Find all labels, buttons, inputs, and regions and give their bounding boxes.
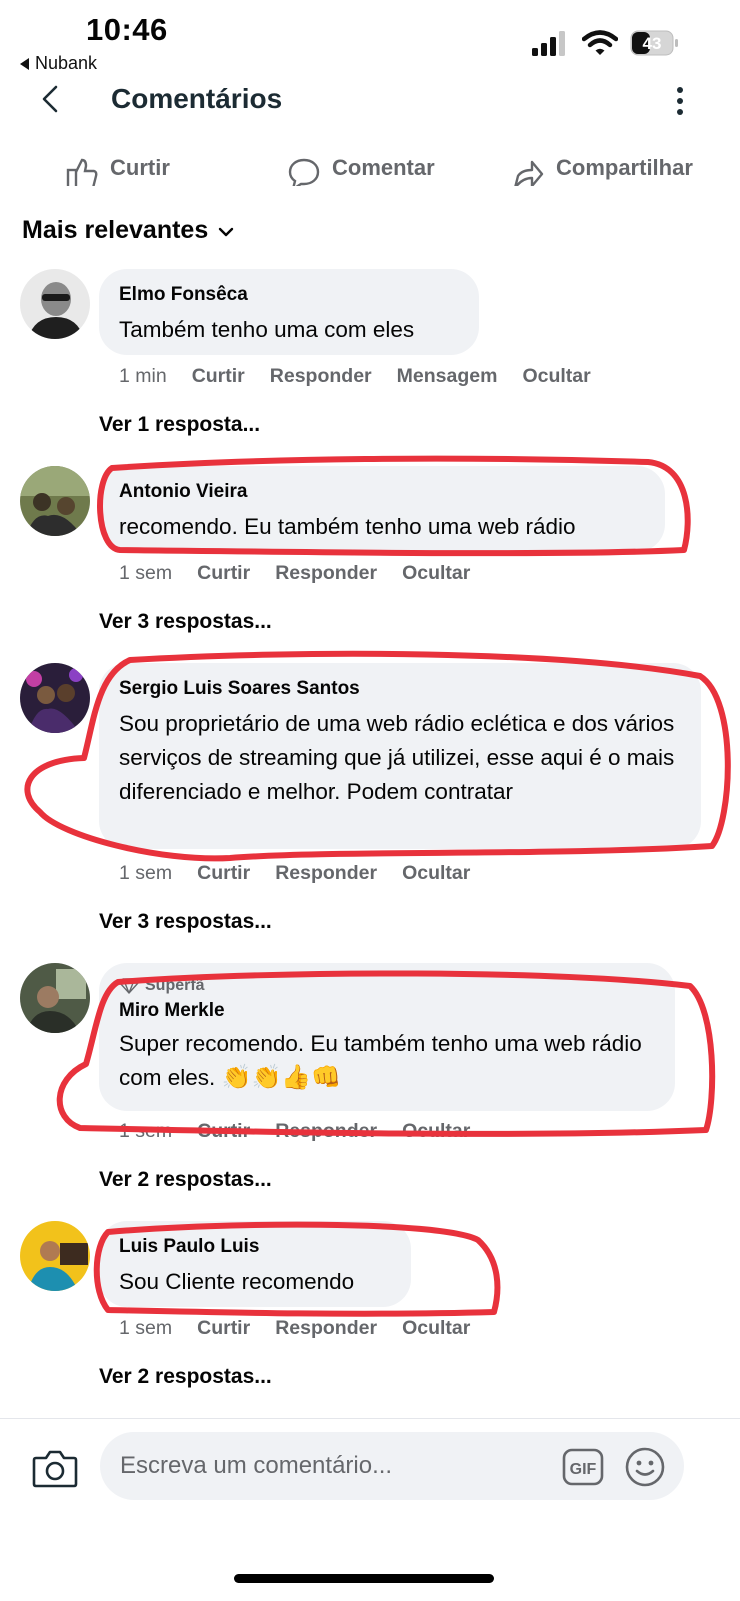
comment-reply-link[interactable]: Responder <box>275 862 377 885</box>
comment-text: Sou proprietário de uma web rádio ecléti… <box>119 711 675 804</box>
comment-like-link[interactable]: Curtir <box>197 862 250 885</box>
comment-text: Também tenho uma com eles <box>119 317 415 342</box>
share-button[interactable]: Compartilhar <box>512 150 693 186</box>
comment-author[interactable]: Sergio Luis Soares Santos <box>119 677 681 701</box>
avatar-photo <box>20 1221 90 1291</box>
comment-reply-link[interactable]: Responder <box>275 562 377 585</box>
comment-label: Comentar <box>332 155 435 180</box>
comment-bubble[interactable]: Superfã Miro Merkle Super recomendo. Eu … <box>99 963 675 1111</box>
comment-input-placeholder[interactable]: Escreva um comentário... <box>120 1452 392 1480</box>
comment-bubble[interactable]: Elmo Fonsêca Também tenho uma com eles <box>99 269 479 355</box>
comment-like-link[interactable]: Curtir <box>197 1120 250 1143</box>
view-replies-link[interactable]: Ver 3 respostas... <box>99 910 272 934</box>
back-app-label: Nubank <box>35 53 98 73</box>
comment-bubble[interactable]: Luis Paulo Luis Sou Cliente recomendo <box>99 1221 411 1307</box>
back-triangle-icon <box>20 57 29 70</box>
view-replies-link[interactable]: Ver 3 respostas... <box>99 610 272 634</box>
comment-like-link[interactable]: Curtir <box>197 562 250 585</box>
comment-time: 1 min <box>119 365 167 387</box>
comment-author[interactable]: Miro Merkle <box>119 999 655 1023</box>
home-indicator <box>234 1574 494 1583</box>
comment-time: 1 sem <box>119 1120 173 1142</box>
sort-filter-dropdown[interactable]: Mais relevantes <box>22 216 234 245</box>
comment-hide-link[interactable]: Ocultar <box>402 1317 470 1340</box>
comment-bubble[interactable]: Antonio Vieira recomendo. Eu também tenh… <box>99 466 665 552</box>
like-label: Curtir <box>110 155 170 180</box>
comment-hide-link[interactable]: Ocultar <box>522 365 590 388</box>
camera-icon[interactable] <box>32 1448 78 1488</box>
comment-author[interactable]: Antonio Vieira <box>119 480 645 504</box>
wifi-icon <box>582 30 618 55</box>
comment-text-body: Super recomendo. Eu também tenho uma web… <box>119 1031 642 1090</box>
page-title: Comentários <box>111 83 283 114</box>
back-arrow-icon[interactable] <box>38 84 64 114</box>
gif-label: GIF <box>570 1461 597 1478</box>
comment-hide-link[interactable]: Ocultar <box>402 862 470 885</box>
comment-text: recomendo. Eu também tenho uma web rádio <box>119 514 576 539</box>
avatar-photo <box>20 663 90 733</box>
comment-hide-link[interactable]: Ocultar <box>402 562 470 585</box>
emoji-reactions: 👏👏👍👊 <box>221 1064 342 1091</box>
view-replies-link[interactable]: Ver 2 respostas... <box>99 1365 272 1389</box>
comment-hide-link[interactable]: Ocultar <box>402 1120 470 1143</box>
comment-meta: 1 sem Curtir Responder Ocultar <box>119 1317 495 1340</box>
comment-text: Sou Cliente recomendo <box>119 1269 355 1294</box>
comment-time: 1 sem <box>119 1317 173 1339</box>
avatar[interactable] <box>20 963 90 1033</box>
comment-author[interactable]: Luis Paulo Luis <box>119 1235 391 1259</box>
comment-message-link[interactable]: Mensagem <box>397 365 498 388</box>
more-options-icon[interactable] <box>675 86 685 116</box>
comment-bubble[interactable]: Sergio Luis Soares Santos Sou proprietár… <box>99 663 701 849</box>
emoji-picker-icon[interactable] <box>625 1447 665 1487</box>
comment-like-link[interactable]: Curtir <box>192 365 245 388</box>
avatar-photo <box>20 269 90 339</box>
comment-icon <box>288 158 320 186</box>
view-replies-link[interactable]: Ver 1 resposta... <box>99 413 260 437</box>
comment-meta: 1 sem Curtir Responder Ocultar <box>119 1120 495 1143</box>
avatar-photo <box>20 466 90 536</box>
comment-meta: 1 sem Curtir Responder Ocultar <box>119 862 495 885</box>
comment-reply-link[interactable]: Responder <box>270 365 372 388</box>
comment-meta: 1 sem Curtir Responder Ocultar <box>119 562 495 585</box>
cellular-signal-icon <box>532 31 565 56</box>
comment-reply-link[interactable]: Responder <box>275 1120 377 1143</box>
comment-text: Super recomendo. Eu também tenho uma web… <box>119 1027 655 1095</box>
comment-reply-link[interactable]: Responder <box>275 1317 377 1340</box>
badge-label: Superfã <box>145 977 205 994</box>
comment-time: 1 sem <box>119 562 173 584</box>
share-icon <box>514 160 544 186</box>
avatar[interactable] <box>20 1221 90 1291</box>
chevron-down-icon <box>219 227 234 236</box>
comment-author[interactable]: Elmo Fonsêca <box>119 283 459 307</box>
post-action-row: Curtir Comentar Compartilhar <box>0 150 740 186</box>
avatar-photo <box>20 963 90 1033</box>
comment-like-link[interactable]: Curtir <box>197 1317 250 1340</box>
like-button[interactable]: Curtir <box>66 150 170 186</box>
sort-filter-label: Mais relevantes <box>22 216 209 244</box>
battery-level: 43 <box>643 34 662 53</box>
comment-time: 1 sem <box>119 862 173 884</box>
avatar[interactable] <box>20 269 90 339</box>
gif-icon[interactable]: GIF <box>562 1448 604 1486</box>
avatar[interactable] <box>20 466 90 536</box>
view-replies-link[interactable]: Ver 2 respostas... <box>99 1168 272 1192</box>
back-to-app-link[interactable]: Nubank <box>20 53 97 74</box>
status-time: 10:46 <box>86 12 168 47</box>
comment-meta: 1 min Curtir Responder Mensagem Ocultar <box>119 365 616 388</box>
comment-button[interactable]: Comentar <box>288 150 435 186</box>
like-icon <box>66 158 98 186</box>
diamond-icon <box>119 978 139 994</box>
avatar[interactable] <box>20 663 90 733</box>
superfan-badge: Superfã <box>119 977 655 995</box>
battery-icon: 43 <box>630 30 678 56</box>
share-label: Compartilhar <box>556 155 693 180</box>
